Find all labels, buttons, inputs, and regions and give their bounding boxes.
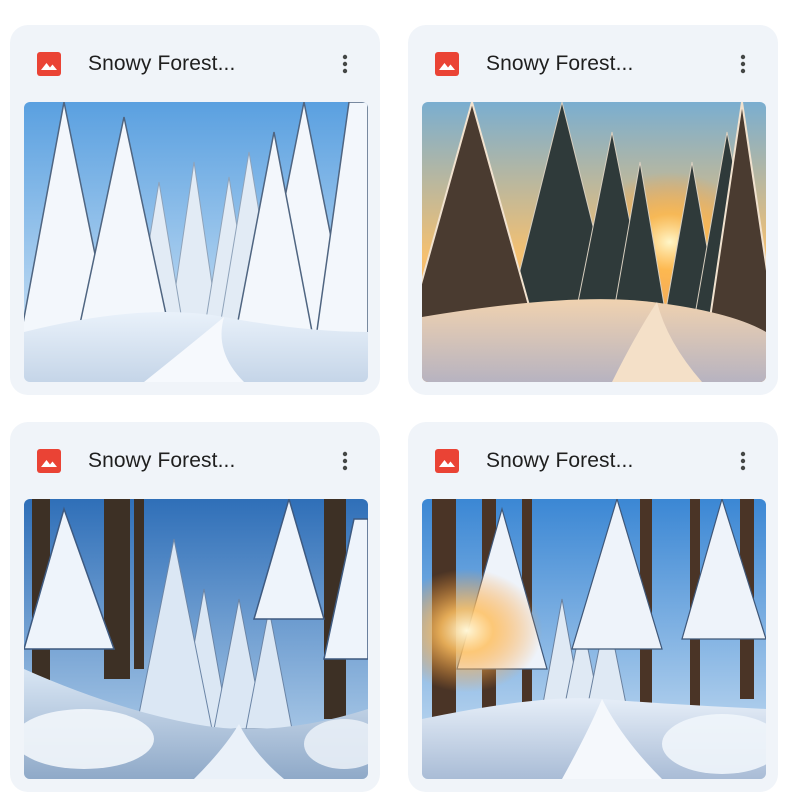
image-thumbnail[interactable]: [422, 499, 766, 779]
file-card[interactable]: Snowy Forest...: [10, 422, 380, 792]
more-options-button[interactable]: [726, 47, 760, 81]
more-vert-icon: [342, 54, 348, 74]
file-title: Snowy Forest...: [486, 52, 634, 75]
file-title: Snowy Forest...: [486, 449, 634, 472]
image-file-icon: [37, 449, 61, 473]
image-file-icon: [37, 52, 61, 76]
more-vert-icon: [740, 54, 746, 74]
file-card[interactable]: Snowy Forest...: [10, 25, 380, 395]
file-title: Snowy Forest...: [88, 52, 236, 75]
file-card-header: Snowy Forest...: [408, 422, 778, 500]
file-grid: Snowy Forest... Snowy Forest... Snowy Fo…: [0, 0, 796, 806]
more-vert-icon: [342, 451, 348, 471]
snowy-forest-daylight-image: [24, 102, 368, 382]
image-thumbnail[interactable]: [24, 499, 368, 779]
image-file-icon: [435, 449, 459, 473]
file-card-header: Snowy Forest...: [10, 422, 380, 500]
image-thumbnail[interactable]: [24, 102, 368, 382]
file-title: Snowy Forest...: [88, 449, 236, 472]
file-card[interactable]: Snowy Forest...: [408, 422, 778, 792]
more-vert-icon: [740, 451, 746, 471]
file-card[interactable]: Snowy Forest...: [408, 25, 778, 395]
more-options-button[interactable]: [328, 47, 362, 81]
snowy-forest-path-blue-image: [24, 499, 368, 779]
image-thumbnail[interactable]: [422, 102, 766, 382]
file-card-header: Snowy Forest...: [408, 25, 778, 103]
snowy-forest-sunburst-image: [422, 499, 766, 779]
file-card-header: Snowy Forest...: [10, 25, 380, 103]
more-options-button[interactable]: [726, 444, 760, 478]
snowy-forest-sunset-image: [422, 102, 766, 382]
image-file-icon: [435, 52, 459, 76]
more-options-button[interactable]: [328, 444, 362, 478]
